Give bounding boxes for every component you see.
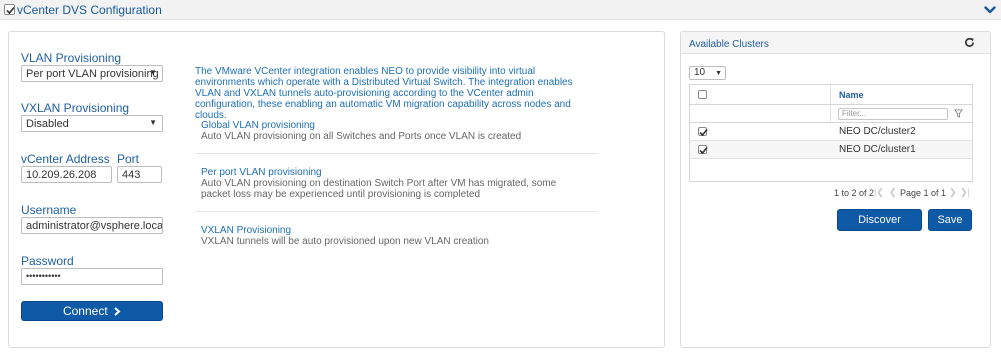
page-size-select[interactable]: 10 ▼ — [689, 66, 726, 80]
first-page-icon[interactable]: |❮ — [874, 187, 884, 198]
port-label: Port — [117, 152, 140, 166]
vlan-provisioning-label: VLAN Provisioning — [21, 51, 122, 65]
grid-filter-row: Filter... — [690, 105, 972, 123]
name-filter-input[interactable]: Filter... — [838, 108, 948, 120]
pager-page: Page 1 of 1 — [900, 188, 947, 198]
row-checkbox[interactable] — [698, 145, 708, 155]
vxlan-provisioning-select[interactable]: Disabled ▼ — [21, 115, 163, 132]
divider — [195, 153, 598, 154]
last-page-icon[interactable]: ❯| — [960, 187, 970, 198]
table-row[interactable]: NEO DC/cluster2 — [690, 123, 972, 141]
clusters-title: Available Clusters — [689, 39, 769, 50]
option-desc-vxlan: VXLAN tunnels will be auto provisioned u… — [201, 236, 489, 247]
save-button[interactable]: Save — [928, 209, 972, 231]
integration-description: The VMware VCenter integration enables N… — [195, 66, 573, 121]
clusters-grid: Name Filter... NEO DC/cluster2 NEO DC/cl… — [689, 84, 973, 182]
filter-icon[interactable] — [954, 109, 963, 118]
option-title-per-port-vlan: Per port VLAN provisioning — [201, 167, 322, 178]
table-row[interactable]: NEO DC/cluster1 — [690, 141, 972, 159]
vxlan-provisioning-value: Disabled — [26, 118, 69, 130]
vlan-provisioning-value: Per port VLAN provisioning — [26, 68, 159, 80]
connect-button-label: Connect — [62, 304, 108, 318]
column-separator — [830, 105, 831, 122]
chevron-right-icon — [114, 307, 121, 316]
option-title-vxlan: VXLAN Provisioning — [201, 225, 292, 236]
refresh-icon[interactable] — [964, 37, 975, 48]
pager-info: 1 to 2 of 2 — [834, 188, 875, 198]
username-label: Username — [21, 203, 77, 217]
vxlan-provisioning-label: VXLAN Provisioning — [21, 101, 130, 115]
caret-down-icon: ▼ — [149, 118, 157, 127]
cluster-name: NEO DC/cluster2 — [839, 126, 916, 137]
connect-button[interactable]: Connect — [21, 301, 163, 321]
password-input[interactable]: ••••••••••• — [21, 268, 163, 285]
password-label: Password — [21, 254, 74, 268]
vcenter-address-label: vCenter Address — [21, 152, 110, 166]
grid-header-row: Name — [690, 85, 972, 105]
caret-down-icon: ▼ — [149, 68, 157, 77]
previous-page-icon[interactable]: ❮ — [889, 187, 897, 198]
panel-title: vCenter DVS Configuration — [17, 3, 162, 17]
vlan-provisioning-select[interactable]: Per port VLAN provisioning ▼ — [21, 65, 163, 82]
option-desc-global-vlan: Auto VLAN provisioning on all Switches a… — [201, 131, 522, 142]
page-size-value: 10 — [694, 67, 706, 78]
next-page-icon[interactable]: ❯ — [949, 187, 957, 198]
cluster-name: NEO DC/cluster1 — [839, 144, 916, 155]
chevron-down-icon[interactable] — [983, 3, 997, 17]
select-all-checkbox[interactable] — [698, 90, 707, 99]
option-title-global-vlan: Global VLAN provisioning — [201, 120, 315, 131]
option-desc-per-port-vlan: Auto VLAN provisioning on destination Sw… — [201, 178, 557, 200]
caret-down-icon: ▼ — [715, 70, 722, 77]
port-input[interactable]: 443 — [117, 166, 162, 183]
panel-header: vCenter DVS Configuration — [0, 0, 1001, 20]
discover-clusters-button[interactable]: Discover Clusters — [837, 209, 922, 246]
column-header-name[interactable]: Name — [839, 90, 864, 100]
username-input[interactable]: administrator@vsphere.local — [21, 217, 163, 234]
enable-checkbox[interactable] — [4, 4, 15, 15]
vcenter-address-input[interactable]: 10.209.26.208 — [21, 166, 112, 183]
column-separator — [830, 85, 831, 104]
row-checkbox[interactable] — [698, 127, 708, 137]
divider — [195, 211, 598, 212]
